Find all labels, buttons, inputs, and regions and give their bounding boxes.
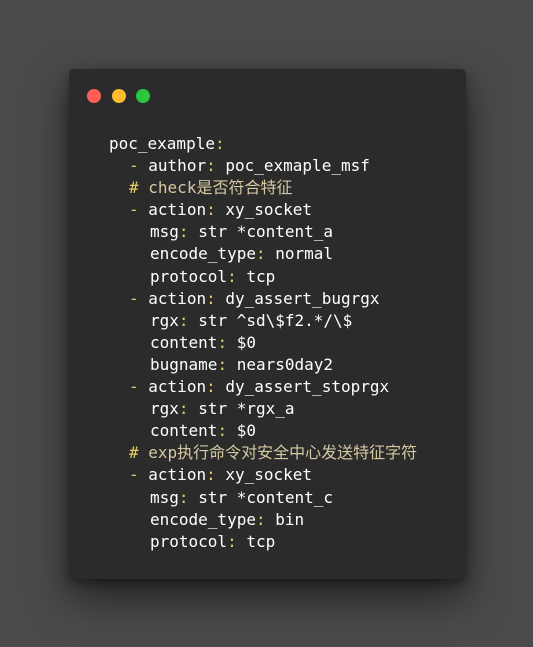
code-colon: :	[206, 288, 216, 308]
code-colon: :	[217, 332, 228, 352]
code-value: $0	[236, 332, 256, 352]
code-key: action	[148, 200, 207, 220]
code-key: encode_type	[150, 509, 256, 529]
code-line: msg: str *content_c	[109, 487, 417, 509]
code-line: - action: dy_assert_stoprgx	[109, 376, 417, 398]
list-dash: -	[129, 200, 139, 220]
code-colon: :	[178, 399, 189, 419]
code-value: dy_assert_bugrgx	[225, 288, 380, 308]
code-value: xy_socket	[225, 200, 313, 220]
comment-hash: #	[129, 178, 139, 198]
comment-hash: #	[129, 443, 139, 463]
list-dash: -	[129, 465, 139, 485]
code-key: bugname	[150, 354, 218, 374]
code-colon: :	[178, 487, 189, 507]
code-line: content: $0	[109, 332, 417, 354]
code-colon: :	[214, 134, 225, 153]
code-line: protocol: tcp	[109, 531, 417, 553]
code-window: poc_example: - author: poc_exmaple_msf # c…	[69, 69, 466, 579]
code-value: dy_assert_stoprgx	[225, 377, 390, 397]
code-value: bin	[275, 509, 305, 529]
code-line: encode_type: normal	[109, 243, 417, 265]
code-value: str *content_a	[198, 222, 334, 242]
list-dash: -	[129, 288, 139, 308]
code-colon: :	[178, 222, 189, 242]
code-value: tcp	[246, 531, 276, 551]
code-value: poc_exmaple_msf	[225, 156, 370, 176]
code-value: str *rgx_a	[198, 399, 295, 419]
list-dash: -	[129, 377, 139, 397]
code-block: poc_example: - author: poc_exmaple_msf # c…	[109, 133, 417, 553]
code-line: protocol: tcp	[109, 266, 417, 288]
code-key: msg	[150, 222, 179, 242]
code-line: - action: xy_socket	[109, 464, 417, 486]
code-key: content	[150, 332, 218, 352]
code-colon: :	[206, 156, 216, 176]
code-key: msg	[150, 487, 179, 507]
code-line: rgx: str ^sd\$f2.*/\$	[109, 310, 417, 332]
code-key: author	[148, 156, 207, 176]
code-key: poc_example	[109, 134, 215, 153]
code-colon: :	[178, 310, 189, 330]
minimize-button[interactable]	[112, 89, 126, 103]
code-colon: :	[255, 509, 266, 529]
code-key: content	[150, 421, 218, 441]
maximize-button[interactable]	[136, 89, 150, 103]
code-line: rgx: str *rgx_a	[109, 398, 417, 420]
list-dash: -	[129, 156, 139, 176]
code-colon: :	[227, 266, 237, 286]
code-value: str ^sd\$f2.*/\$	[198, 310, 353, 330]
code-colon: :	[206, 200, 216, 220]
code-key: protocol	[150, 531, 228, 551]
code-colon: :	[206, 465, 216, 485]
code-line: poc_example:	[109, 133, 417, 155]
code-line: content: $0	[109, 420, 417, 442]
code-key: rgx	[150, 310, 179, 330]
code-value: $0	[236, 421, 256, 441]
code-line: bugname: nears0day2	[109, 354, 417, 376]
close-button[interactable]	[87, 89, 101, 103]
code-value: nears0day2	[236, 354, 334, 374]
code-value: tcp	[246, 266, 276, 286]
code-line: msg: str *content_a	[109, 221, 417, 243]
code-colon: :	[227, 531, 237, 551]
code-value: str *content_c	[198, 487, 334, 507]
code-key: action	[148, 288, 207, 308]
code-key: encode_type	[150, 244, 256, 264]
code-comment: check是否符合特征	[148, 178, 293, 198]
code-colon: :	[206, 377, 216, 397]
code-line: # exp执行命令对安全中心发送特征字符	[109, 442, 417, 464]
code-line: - author: poc_exmaple_msf	[109, 155, 417, 177]
code-key: rgx	[150, 399, 179, 419]
code-key: action	[148, 377, 207, 397]
code-comment: exp执行命令对安全中心发送特征字符	[148, 443, 418, 463]
code-key: protocol	[150, 266, 228, 286]
code-value: xy_socket	[225, 465, 313, 485]
code-line: encode_type: bin	[109, 509, 417, 531]
code-line: - action: dy_assert_bugrgx	[109, 288, 417, 310]
code-key: action	[148, 465, 207, 485]
code-line: - action: xy_socket	[109, 199, 417, 221]
code-value: normal	[275, 244, 334, 264]
code-colon: :	[255, 244, 266, 264]
code-colon: :	[217, 421, 228, 441]
code-colon: :	[217, 354, 228, 374]
code-line: # check是否符合特征	[109, 177, 417, 199]
